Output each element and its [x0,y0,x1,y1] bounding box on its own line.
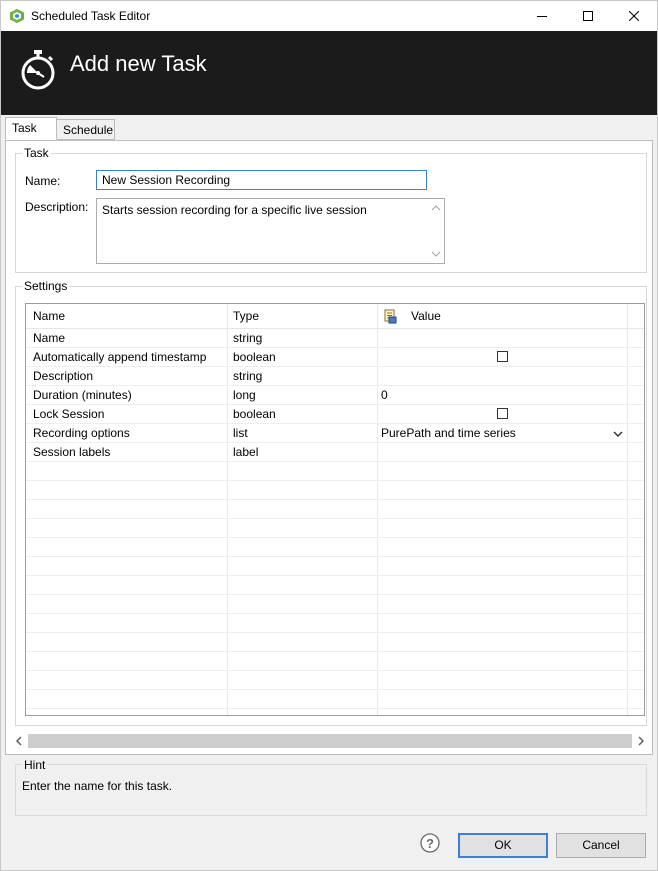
description-scrollbar[interactable] [428,199,444,263]
chevron-down-icon[interactable] [612,428,624,440]
table-row[interactable]: Lock Session boolean [26,405,644,424]
setting-type: list [233,426,248,440]
empty-table-row [26,614,644,633]
description-label: Description: [25,200,89,214]
task-group-label: Task [22,146,51,160]
description-text: Starts session recording for a specific … [102,203,367,217]
maximize-icon [583,11,593,21]
table-row[interactable]: Name string [26,329,644,348]
help-icon[interactable]: ? [420,833,440,853]
page-title: Add new Task [70,51,207,76]
tab-task[interactable]: Task [5,117,57,140]
hint-label: Hint [22,758,48,772]
description-field[interactable]: Starts session recording for a specific … [96,198,445,264]
table-row[interactable]: Session labels label [26,443,644,462]
name-field[interactable]: New Session Recording [96,170,427,190]
empty-table-row [26,462,644,481]
value-column-icon [384,309,397,324]
empty-table-row [26,595,644,614]
tab-schedule[interactable]: Schedule [56,119,115,140]
scroll-up-icon [431,205,441,211]
scroll-left-icon[interactable] [11,733,27,749]
table-header: Name Type Value [26,304,644,329]
scrollbar-thumb[interactable] [28,734,632,748]
setting-name: Duration (minutes) [33,388,132,402]
horizontal-scrollbar[interactable] [11,733,649,749]
empty-table-row [26,690,644,709]
setting-type: boolean [233,350,276,364]
setting-type: string [233,369,263,383]
scroll-right-icon[interactable] [633,733,649,749]
column-header-value[interactable]: Value [411,304,441,328]
empty-table-row [26,652,644,671]
close-button[interactable] [611,1,657,31]
setting-value-select[interactable]: PurePath and time series [381,424,516,443]
column-header-name[interactable]: Name [33,304,65,328]
empty-table-row [26,481,644,500]
table-row[interactable]: Automatically append timestamp boolean [26,348,644,367]
setting-name: Session labels [33,445,111,459]
setting-checkbox[interactable] [497,351,508,362]
app-icon [10,9,24,23]
empty-table-row [26,576,644,595]
setting-name: Name [33,331,66,345]
title-bar: Scheduled Task Editor [1,1,657,31]
hint-text: Enter the name for this task. [22,779,173,793]
hint-panel: Hint Enter the name for this task. [15,758,647,816]
maximize-button[interactable] [565,1,611,31]
empty-table-row [26,538,644,557]
window-title: Scheduled Task Editor [31,9,151,23]
header-banner: Add new Task [1,31,657,115]
close-icon [629,11,639,21]
table-row[interactable]: Recording options list PurePath and time s… [26,424,644,443]
name-label: Name: [25,174,61,188]
cancel-button[interactable]: Cancel [556,833,646,858]
setting-type: long [233,388,256,402]
setting-name: Recording options [33,426,130,440]
scroll-down-icon [431,251,441,257]
settings-group-label: Settings [22,279,70,293]
dialog-window: Scheduled Task Editor Add new Task Task … [0,0,658,871]
setting-checkbox[interactable] [497,408,508,419]
empty-table-row [26,671,644,690]
svg-text:?: ? [426,836,434,851]
setting-type: boolean [233,407,276,421]
setting-name: Lock Session [33,407,105,421]
empty-table-row [26,557,644,576]
setting-value[interactable]: 0 [381,386,388,405]
table-row[interactable]: Description string [26,367,644,386]
empty-table-row [26,519,644,538]
minimize-button[interactable] [519,1,565,31]
column-header-type[interactable]: Type [233,304,259,328]
ok-button[interactable]: OK [458,833,548,858]
stopwatch-icon [21,50,55,90]
table-row[interactable]: Duration (minutes) long 0 [26,386,644,405]
empty-table-row [26,633,644,652]
empty-table-row [26,500,644,519]
setting-name: Description [33,369,94,383]
setting-type: string [233,331,263,345]
setting-type: label [233,445,259,459]
minimize-icon [537,16,547,17]
setting-name: Automatically append timestamp [33,350,207,364]
settings-table: Name Type Value Name string Automatically … [25,303,645,716]
